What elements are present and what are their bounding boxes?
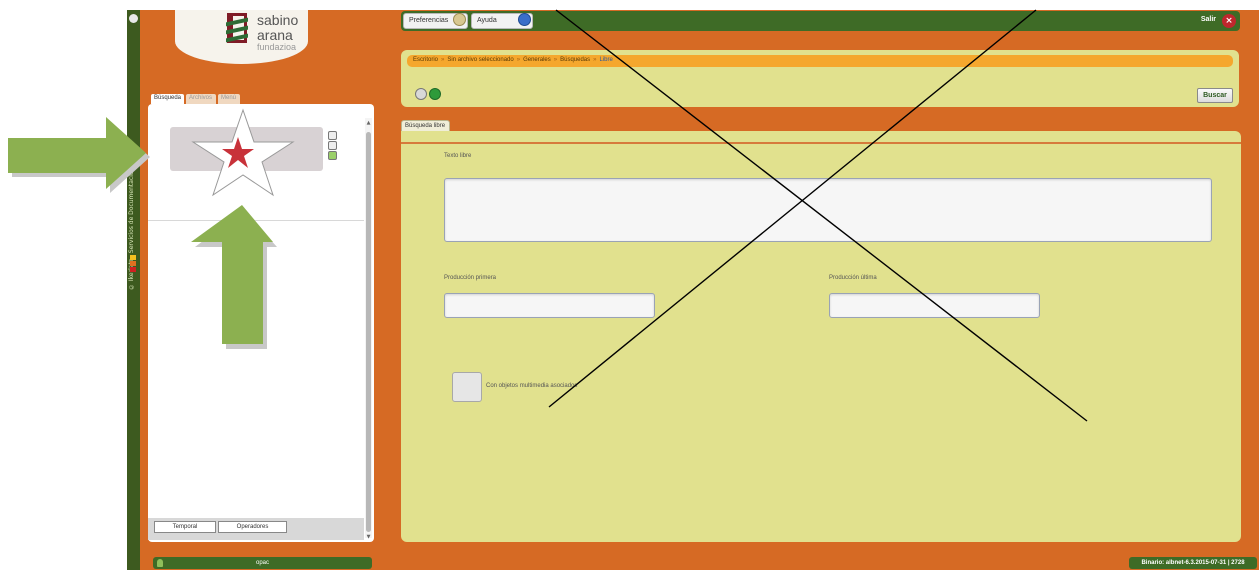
version-label: Binario: albnet-6.3.2015-07-31 | 2728 bbox=[1129, 557, 1257, 569]
left-panel: ▲ ▼ Temporal Operadores bbox=[148, 104, 374, 542]
collapse-toggle[interactable] bbox=[129, 14, 138, 23]
left-panel-scrollbar[interactable]: ▲ ▼ bbox=[365, 118, 372, 540]
pencil-icon[interactable] bbox=[415, 88, 427, 100]
opac-bar[interactable]: opac bbox=[153, 557, 372, 569]
refresh-icon[interactable] bbox=[328, 141, 337, 150]
logo-mark-icon bbox=[226, 13, 248, 43]
tab-underline bbox=[401, 142, 1241, 144]
production-last-input[interactable] bbox=[829, 293, 1040, 318]
breadcrumb-item[interactable]: Escritorio bbox=[413, 57, 438, 63]
side-strip: © Ikerlatz - Servicios de Documentación … bbox=[127, 10, 140, 570]
help-icon[interactable] bbox=[518, 13, 531, 26]
scroll-thumb[interactable] bbox=[366, 132, 371, 532]
tab-search[interactable]: Búsqueda bbox=[151, 94, 184, 104]
add-icon[interactable] bbox=[328, 151, 337, 160]
breadcrumb: Escritorio» Sin archivo seleccionado» Gene… bbox=[407, 55, 1233, 67]
logo-line-1: sabino bbox=[257, 12, 299, 28]
zoom-icon[interactable] bbox=[328, 131, 337, 140]
close-icon[interactable]: × bbox=[1222, 14, 1236, 28]
production-last-label: Producción última bbox=[829, 275, 877, 281]
status-dot-red bbox=[130, 267, 136, 272]
logo-line-3: fundazioa bbox=[257, 42, 297, 52]
logo-line-2: arana bbox=[257, 27, 293, 43]
free-text-label: Texto libre bbox=[444, 153, 472, 159]
status-dot-orange bbox=[130, 261, 136, 266]
top-bar: Preferencias Ayuda Salir × bbox=[401, 11, 1240, 31]
breadcrumb-item[interactable]: Generales bbox=[523, 57, 551, 63]
tab-archives[interactable]: Archivos bbox=[186, 94, 216, 104]
multimedia-checkbox[interactable] bbox=[452, 372, 482, 402]
panel-divider bbox=[148, 220, 364, 221]
application-window: © Ikerlatz - Servicios de Documentación … bbox=[0, 0, 1259, 570]
opac-label: opac bbox=[255, 560, 269, 566]
search-button[interactable]: Buscar bbox=[1197, 88, 1233, 103]
tab-operators[interactable]: Operadores bbox=[218, 521, 287, 533]
free-text-input[interactable] bbox=[444, 178, 1212, 242]
breadcrumb-item[interactable]: Sin archivo seleccionado bbox=[447, 57, 513, 63]
status-dot-yellow bbox=[130, 255, 136, 260]
arrow-right-icon bbox=[8, 117, 146, 189]
scroll-up-icon[interactable]: ▲ bbox=[366, 120, 371, 126]
user-icon bbox=[157, 559, 163, 567]
tab-menu[interactable]: Menú bbox=[218, 94, 240, 104]
tab-temporal[interactable]: Temporal bbox=[154, 521, 216, 533]
check-icon[interactable] bbox=[429, 88, 441, 100]
preferences-label: Preferencias bbox=[409, 17, 449, 24]
help-label: Ayuda bbox=[477, 17, 497, 24]
logo: sabino arana fundazioa bbox=[175, 10, 308, 64]
multimedia-label: Con objetos multimedia asociados bbox=[486, 383, 578, 389]
toolbar-panel: Escritorio» Sin archivo seleccionado» Gene… bbox=[401, 50, 1239, 107]
scroll-down-icon[interactable]: ▼ bbox=[366, 534, 371, 540]
breadcrumb-item-current[interactable]: Libre bbox=[599, 57, 612, 63]
search-form: Texto libre Producción primera Producció… bbox=[401, 131, 1241, 542]
saved-search-card[interactable] bbox=[170, 127, 323, 171]
production-first-label: Producción primera bbox=[444, 275, 497, 281]
preferences-icon[interactable] bbox=[453, 13, 466, 26]
production-first-input[interactable] bbox=[444, 293, 655, 318]
breadcrumb-item[interactable]: Búsquedas bbox=[560, 57, 590, 63]
exit-label[interactable]: Salir bbox=[1201, 16, 1216, 23]
